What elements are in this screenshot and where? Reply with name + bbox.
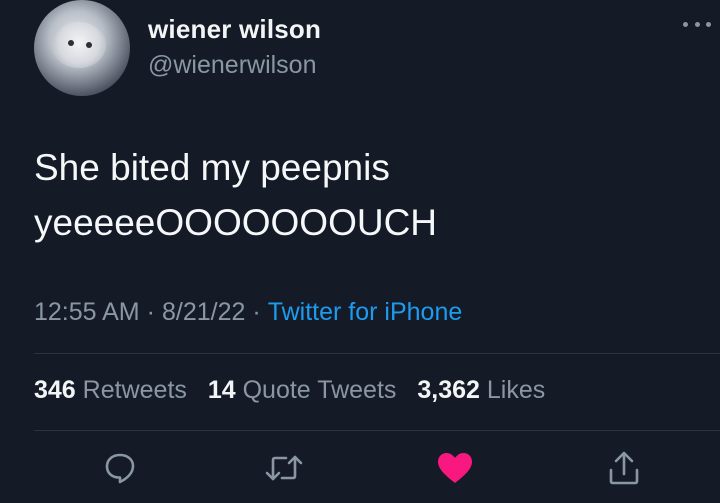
tweet-meta: 12:55 AM · 8/21/22 · Twitter for iPhone <box>34 298 462 327</box>
quote-tweets-label: Quote Tweets <box>242 376 397 404</box>
avatar[interactable] <box>34 0 130 96</box>
divider <box>34 430 720 431</box>
share-icon <box>609 451 639 485</box>
meta-separator: · <box>146 298 155 326</box>
avatar-eye <box>68 40 74 46</box>
more-dot <box>706 21 711 27</box>
retweet-icon <box>265 455 303 481</box>
tweet-text-line: She bited my peepnis <box>34 147 390 188</box>
avatar-image <box>52 22 106 68</box>
tweet-source-link[interactable]: Twitter for iPhone <box>268 298 463 326</box>
avatar-eye <box>86 42 92 48</box>
quote-tweets-stat[interactable]: 14 Quote Tweets <box>208 376 397 404</box>
more-dot <box>694 21 700 27</box>
reply-icon <box>105 453 135 484</box>
tweet-stats: 346 Retweets 14 Quote Tweets 3,362 Likes <box>34 376 559 405</box>
retweets-count: 346 <box>34 376 76 404</box>
divider <box>34 353 720 354</box>
retweets-stat[interactable]: 346 Retweets <box>34 376 187 404</box>
reply-button[interactable] <box>100 448 140 488</box>
share-button[interactable] <box>604 448 644 488</box>
meta-separator: · <box>252 298 261 326</box>
like-button[interactable] <box>435 448 475 488</box>
likes-count: 3,362 <box>417 376 480 404</box>
author-handle[interactable]: @wienerwilson <box>148 51 317 80</box>
more-dot <box>683 21 688 27</box>
likes-stat[interactable]: 3,362 Likes <box>417 376 545 404</box>
tweet-card: wiener wilson @wienerwilson She bited my… <box>0 0 720 503</box>
tweet-text-line: yeeeeeOOOOOOOUCH <box>34 202 438 243</box>
action-bar <box>0 448 720 494</box>
author-display-name[interactable]: wiener wilson <box>148 14 321 45</box>
more-icon[interactable] <box>683 20 711 28</box>
heart-icon <box>438 453 472 483</box>
quote-tweets-count: 14 <box>207 376 236 404</box>
tweet-text: She bited my peepnis yeeeeeOOOOOOOUCH <box>34 140 437 250</box>
tweet-date[interactable]: 8/21/22 <box>162 298 245 326</box>
retweet-button[interactable] <box>264 448 304 488</box>
retweets-label: Retweets <box>82 376 187 404</box>
tweet-time[interactable]: 12:55 AM <box>34 298 140 326</box>
likes-label: Likes <box>486 376 546 404</box>
